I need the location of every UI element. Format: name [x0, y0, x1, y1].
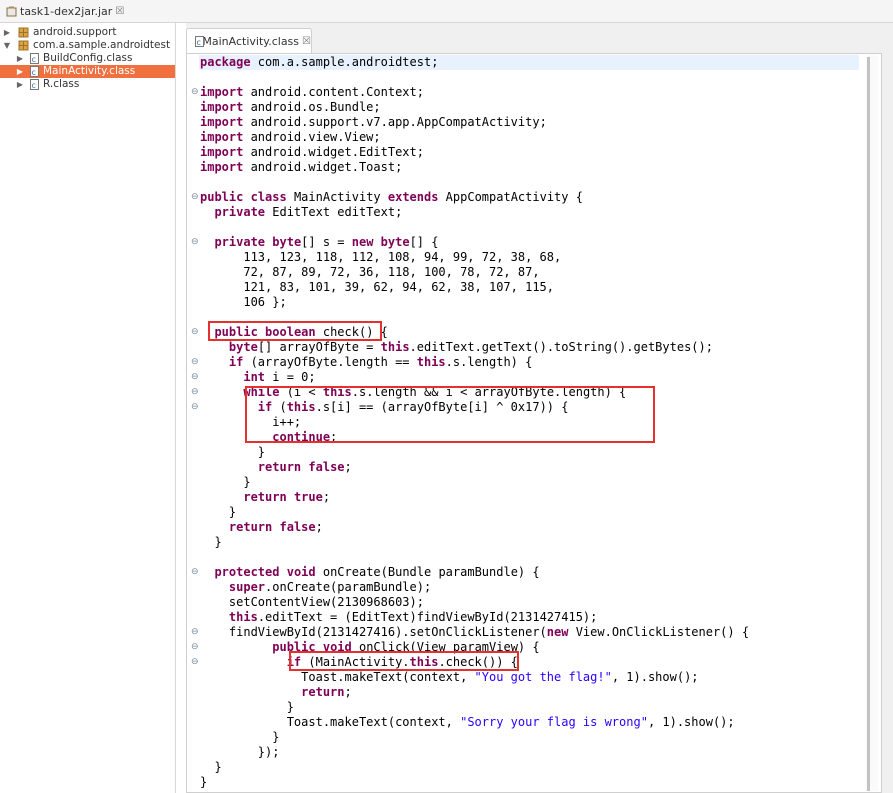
jar-tab[interactable]: task1-dex2jar.jar ☒ — [3, 2, 127, 20]
right-panel-edge — [882, 23, 893, 793]
svg-text:c: c — [32, 81, 36, 90]
class-file-icon: c — [29, 66, 40, 77]
class-file-icon: c — [29, 53, 40, 64]
highlight-box-check-call — [289, 651, 519, 671]
code-line: import android.widget.Toast; — [200, 160, 403, 174]
code-line: }); — [200, 745, 280, 759]
scrollbar-thumb[interactable] — [867, 57, 870, 791]
tab-mainactivity[interactable]: c MainActivity.class ☒ — [186, 28, 312, 53]
fold-marker-icon[interactable]: ⊖ — [191, 325, 199, 340]
jar-file-icon — [6, 6, 17, 17]
code-line: import android.os.Bundle; — [200, 100, 381, 114]
fold-marker-icon[interactable]: ⊖ — [191, 355, 199, 370]
fold-marker-icon[interactable]: ⊖ — [191, 385, 199, 400]
fold-marker-icon[interactable]: ⊖ — [191, 235, 199, 250]
tree-item-android-support[interactable]: ▶ android.support — [0, 26, 175, 39]
package-icon — [18, 27, 29, 38]
code-line: } — [200, 505, 237, 519]
code-line: return; — [301, 685, 352, 699]
editor-tab-label: MainActivity.class — [202, 34, 300, 48]
tree-item-label: R.class — [43, 78, 80, 90]
jar-tab-label: task1-dex2jar.jar — [20, 4, 113, 18]
code-line: super.onCreate(paramBundle); — [228, 580, 432, 594]
code-line: int i = 0; — [243, 370, 316, 384]
code-line: findViewById(2131427416).setOnClickListe… — [200, 625, 750, 639]
chevron-right-icon[interactable]: ▶ — [16, 65, 24, 78]
code-line: return false; — [257, 460, 352, 474]
code-line: 121, 83, 101, 39, 62, 94, 62, 38, 107, 1… — [200, 280, 555, 294]
fold-marker-icon[interactable]: ⊖ — [191, 190, 199, 205]
svg-text:c: c — [197, 38, 201, 47]
chevron-down-icon[interactable]: ▼ — [3, 39, 11, 52]
code-line: private byte[] s = new byte[] { — [214, 235, 439, 249]
chevron-right-icon[interactable]: ▶ — [3, 26, 11, 39]
code-line: package com.a.sample.androidtest; — [200, 55, 439, 69]
code-line: 113, 123, 118, 112, 108, 94, 99, 72, 38,… — [200, 250, 562, 264]
code-line: import android.view.View; — [200, 130, 381, 144]
close-icon[interactable]: ☒ — [115, 6, 124, 17]
code-line: this.editText = (EditText)findViewById(2… — [228, 610, 598, 624]
chevron-right-icon[interactable]: ▶ — [16, 52, 24, 65]
code-line: byte[] arrayOfByte = this.editText.getTe… — [228, 340, 713, 354]
fold-marker-icon[interactable]: ⊖ — [191, 640, 199, 655]
package-icon — [18, 40, 29, 51]
outer-tab-bar: task1-dex2jar.jar ☒ — [0, 0, 893, 23]
fold-marker-icon[interactable]: ⊖ — [191, 400, 199, 415]
code-line: if (arrayOfByte.length == this.s.length)… — [228, 355, 533, 369]
code-line: Toast.makeText(context, "You got the fla… — [200, 670, 699, 684]
tree-item-r-class[interactable]: ▶ c R.class — [0, 78, 175, 91]
code-line: return false; — [228, 520, 323, 534]
code-line: } — [200, 535, 222, 549]
tree-item-label: android.support — [33, 26, 117, 38]
tree-item-label: MainActivity.class — [43, 65, 136, 77]
code-line: } — [200, 700, 294, 714]
tree-item-label: com.a.sample.androidtest — [33, 39, 171, 51]
tree-item-buildconfig[interactable]: ▶ c BuildConfig.class — [0, 52, 175, 65]
code-line: setContentView(2130968603); — [200, 595, 424, 609]
svg-text:c: c — [32, 68, 36, 77]
code-line: private EditText editText; — [214, 205, 403, 219]
code-line: 106 }; — [200, 295, 287, 309]
code-line: } — [200, 775, 208, 789]
code-line: } — [200, 760, 222, 774]
fold-marker-icon[interactable]: ⊖ — [191, 625, 199, 640]
fold-marker-icon[interactable]: ⊖ — [191, 565, 199, 580]
code-line: import android.widget.EditText; — [200, 145, 424, 159]
highlight-box-check-signature — [208, 321, 382, 341]
code-line: import android.support.v7.app.AppCompatA… — [200, 115, 547, 129]
code-line: return true; — [243, 490, 331, 504]
highlight-box-xor-block — [245, 386, 655, 443]
fold-marker-icon[interactable]: ⊖ — [191, 85, 199, 100]
class-file-icon: c — [29, 79, 40, 90]
tree-item-com-a-sample-androidtest[interactable]: ▼ com.a.sample.androidtest — [0, 39, 175, 52]
package-tree: ▶ android.support ▼ com.a.sample.android… — [0, 23, 176, 793]
class-file-icon: c — [194, 35, 204, 47]
code-line: protected void onCreate(Bundle paramBund… — [214, 565, 540, 579]
tree-item-label: BuildConfig.class — [43, 52, 133, 64]
code-line: public class MainActivity extends AppCom… — [200, 190, 583, 204]
code-line: } — [200, 445, 266, 459]
chevron-right-icon[interactable]: ▶ — [16, 78, 24, 91]
fold-marker-icon[interactable]: ⊖ — [191, 370, 199, 385]
code-line: import android.content.Context; — [200, 85, 424, 99]
code-line: Toast.makeText(context, "Sorry your flag… — [200, 715, 735, 729]
code-line: 72, 87, 89, 72, 36, 118, 100, 78, 72, 87… — [200, 265, 540, 279]
svg-text:c: c — [32, 55, 36, 64]
code-line: } — [200, 475, 251, 489]
fold-marker-icon[interactable]: ⊖ — [191, 655, 199, 670]
tree-item-mainactivity[interactable]: ▶ c MainActivity.class — [0, 65, 175, 78]
code-line: } — [200, 730, 280, 744]
close-icon[interactable]: ☒ — [302, 36, 311, 47]
